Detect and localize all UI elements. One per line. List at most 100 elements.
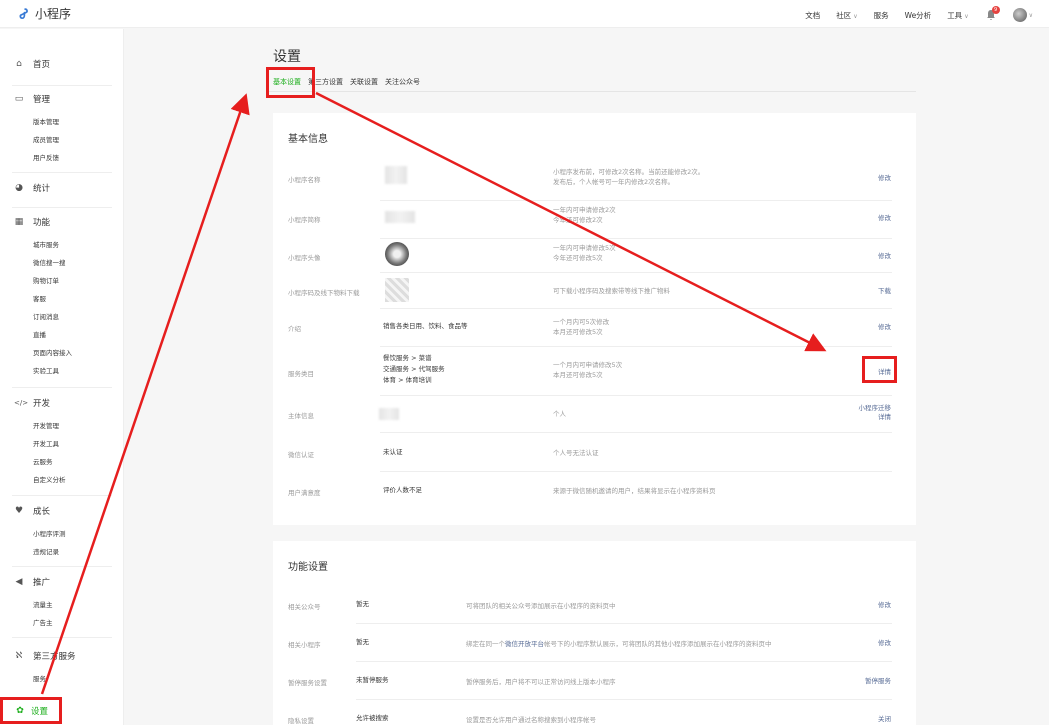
row-desc: 绑定在同一个微信开放平台帐号下的小程序默认展示，可将团队的其他小程序添加展示在小… bbox=[466, 639, 772, 649]
certification-value: 未认证 bbox=[383, 448, 403, 456]
row-desc: 小程序发布前，可修改2次名称。当前还能修改2次。 发布后，个人帐号可一年内修改2… bbox=[553, 167, 704, 187]
pause-service-value: 未暂停服务 bbox=[356, 676, 389, 684]
sidebar-item-dev[interactable]: </> 开发 bbox=[0, 395, 124, 411]
blurred-value bbox=[379, 408, 399, 420]
row-desc: 可下载小程序码及搜索带等线下推广物料 bbox=[553, 286, 670, 296]
category-item: 体育 > 体育培训 bbox=[383, 376, 432, 384]
sidebar-subitem-dev-manage[interactable]: 开发管理 bbox=[0, 417, 124, 435]
sidebar-subitem-orders[interactable]: 购物订单 bbox=[0, 272, 124, 290]
tab-underline bbox=[268, 91, 916, 92]
row-short-name: 小程序简称 一年内可申请修改2次 今年还可修改2次 修改 bbox=[273, 201, 916, 239]
user-menu[interactable]: ∨ bbox=[1012, 8, 1033, 22]
row-desc-text: 绑定在同一个 bbox=[466, 640, 505, 648]
modify-related-accounts-link[interactable]: 修改 bbox=[878, 601, 891, 610]
modify-short-name-link[interactable]: 修改 bbox=[878, 214, 891, 223]
close-privacy-link[interactable]: 关闭 bbox=[878, 715, 891, 724]
row-desc-line: 发布后，个人帐号可一年内修改2次名称。 bbox=[553, 178, 675, 186]
sidebar-subitem-cloud[interactable]: 云服务 bbox=[0, 453, 124, 471]
open-platform-link[interactable]: 微信开放平台 bbox=[505, 640, 544, 648]
sidebar-item-label: 成长 bbox=[33, 507, 51, 517]
sidebar-subitem-dev-tools[interactable]: 开发工具 bbox=[0, 435, 124, 453]
grid-icon: ▦ bbox=[14, 217, 24, 227]
row-label: 小程序名称 bbox=[288, 176, 321, 184]
notification-bell-icon[interactable]: 9 bbox=[985, 6, 1000, 21]
nav-community-label: 社区 bbox=[836, 10, 852, 20]
modify-name-link[interactable]: 修改 bbox=[878, 174, 891, 183]
sidebar-subitem-traffic-owner[interactable]: 流量主 bbox=[0, 596, 124, 614]
row-avatar: 小程序头像 一年内可申请修改5次 今年还可修改5次 修改 bbox=[273, 239, 916, 273]
modify-avatar-link[interactable]: 修改 bbox=[878, 252, 891, 261]
row-desc-line: 来源于微信随机邀请的用户，结果将显示在小程序资料页 bbox=[553, 487, 716, 495]
sidebar-subitem-wechat-search[interactable]: 微信搜一搜 bbox=[0, 254, 124, 272]
sidebar-subitem-members[interactable]: 成员管理 bbox=[0, 131, 124, 149]
sidebar-subitem-version[interactable]: 版本管理 bbox=[0, 113, 124, 131]
nav-tools[interactable]: 工具 ∨ bbox=[947, 10, 968, 21]
row-desc-line: 今年还可修改5次 bbox=[553, 254, 603, 262]
tab-association-settings[interactable]: 关联设置 bbox=[350, 77, 378, 87]
sidebar-subitem-subscriptions[interactable]: 订阅消息 bbox=[0, 308, 124, 326]
modify-related-mini-programs-link[interactable]: 修改 bbox=[878, 639, 891, 648]
sidebar: ⌂ 首页 ▭ 管理 版本管理 成员管理 用户反馈 ◕ 统计 ▦ 功能 城市服务 … bbox=[0, 29, 124, 725]
sidebar-item-home[interactable]: ⌂ 首页 bbox=[0, 56, 124, 72]
row-qr-code: 小程序码及线下物料下载 可下载小程序码及搜索带等线下推广物料 下载 bbox=[273, 273, 916, 309]
divider bbox=[12, 637, 112, 638]
sidebar-item-promo[interactable]: ◀ 推广 bbox=[0, 574, 124, 590]
intro-value: 销售各类日用、饮料、食品等 bbox=[383, 322, 468, 330]
sidebar-subitem-experiment[interactable]: 实验工具 bbox=[0, 362, 124, 380]
detail-highlight-box bbox=[862, 356, 897, 383]
feature-settings-title: 功能设置 bbox=[288, 562, 328, 573]
mini-program-avatar bbox=[385, 242, 409, 266]
download-link[interactable]: 下载 bbox=[878, 287, 891, 296]
row-label: 相关公众号 bbox=[288, 603, 321, 611]
sidebar-item-settings[interactable]: ✿ 设置 bbox=[3, 700, 59, 721]
blurred-value bbox=[385, 211, 415, 223]
sidebar-group-growth: ♥ 成长 小程序评测 违规记录 bbox=[0, 503, 124, 561]
sidebar-subitem-services[interactable]: 服务 bbox=[0, 670, 124, 688]
sidebar-item-label: 开发 bbox=[33, 399, 51, 409]
nav-community[interactable]: 社区 ∨ bbox=[836, 10, 857, 21]
nav-tools-label: 工具 bbox=[947, 10, 963, 20]
nav-docs[interactable]: 文档 bbox=[805, 10, 820, 21]
row-desc-line: 一个月内可申请修改5次 bbox=[553, 361, 623, 369]
nav-analytics[interactable]: We分析 bbox=[905, 10, 932, 21]
modify-intro-link[interactable]: 修改 bbox=[878, 323, 891, 332]
sidebar-subitem-live[interactable]: 直播 bbox=[0, 326, 124, 344]
pause-service-link[interactable]: 暂停服务 bbox=[865, 677, 891, 686]
row-desc-line: 一个月内可5次修改 bbox=[553, 318, 610, 326]
row-certification: 微信认证 未认证 个人号无法认证 bbox=[273, 433, 916, 472]
logo[interactable]: 小程序 bbox=[16, 5, 71, 22]
sidebar-group-promo: ◀ 推广 流量主 广告主 bbox=[0, 574, 124, 632]
sidebar-item-features[interactable]: ▦ 功能 bbox=[0, 214, 124, 230]
sidebar-item-stats[interactable]: ◕ 统计 bbox=[0, 180, 124, 196]
row-privacy: 隐私设置 允许被搜索 设置是否允许用户通过名称搜索到小程序帐号 关闭 bbox=[273, 700, 916, 725]
sidebar-subitem-review[interactable]: 小程序评测 bbox=[0, 525, 124, 543]
sidebar-item-manage[interactable]: ▭ 管理 bbox=[0, 91, 124, 107]
sidebar-item-growth[interactable]: ♥ 成长 bbox=[0, 503, 124, 519]
row-label: 相关小程序 bbox=[288, 641, 321, 649]
tab-follow-official-account[interactable]: 关注公众号 bbox=[385, 77, 420, 87]
row-label: 小程序头像 bbox=[288, 254, 321, 262]
top-bar: 小程序 文档 社区 ∨ 服务 We分析 工具 ∨ 9 ∨ bbox=[0, 0, 1049, 28]
basic-info-title: 基本信息 bbox=[288, 134, 328, 145]
sidebar-subitem-feedback[interactable]: 用户反馈 bbox=[0, 149, 124, 167]
qr-code-image bbox=[385, 278, 409, 302]
sidebar-subitem-customer-service[interactable]: 客服 bbox=[0, 290, 124, 308]
row-service-category: 服务类目 餐饮服务 > 菜谱 交通服务 > 代驾服务 体育 > 体育培训 一个月… bbox=[273, 347, 916, 396]
sidebar-subitem-violations[interactable]: 违规记录 bbox=[0, 543, 124, 561]
privacy-value: 允许被搜索 bbox=[356, 714, 389, 722]
row-desc-line: 个人号无法认证 bbox=[553, 449, 599, 457]
sidebar-subitem-page-content[interactable]: 页面内容接入 bbox=[0, 344, 124, 362]
row-related-mini-programs: 相关小程序 暂无 绑定在同一个微信开放平台帐号下的小程序默认展示，可将团队的其他… bbox=[273, 624, 916, 662]
related-accounts-value: 暂无 bbox=[356, 600, 369, 608]
sidebar-item-thirdparty[interactable]: ℵ 第三方服务 bbox=[0, 648, 124, 664]
sidebar-item-label: 统计 bbox=[33, 184, 51, 194]
sidebar-subitem-custom-analysis[interactable]: 自定义分析 bbox=[0, 471, 124, 489]
divider bbox=[12, 172, 112, 173]
sidebar-group-dev: </> 开发 开发管理 开发工具 云服务 自定义分析 bbox=[0, 395, 124, 489]
nav-service[interactable]: 服务 bbox=[874, 10, 889, 21]
entity-detail-link[interactable]: 详情 bbox=[859, 413, 891, 422]
sidebar-group-thirdparty: ℵ 第三方服务 服务 bbox=[0, 648, 124, 688]
migrate-link[interactable]: 小程序迁移 bbox=[859, 404, 892, 413]
sidebar-subitem-advertiser[interactable]: 广告主 bbox=[0, 614, 124, 632]
sidebar-subitem-city-service[interactable]: 城市服务 bbox=[0, 236, 124, 254]
